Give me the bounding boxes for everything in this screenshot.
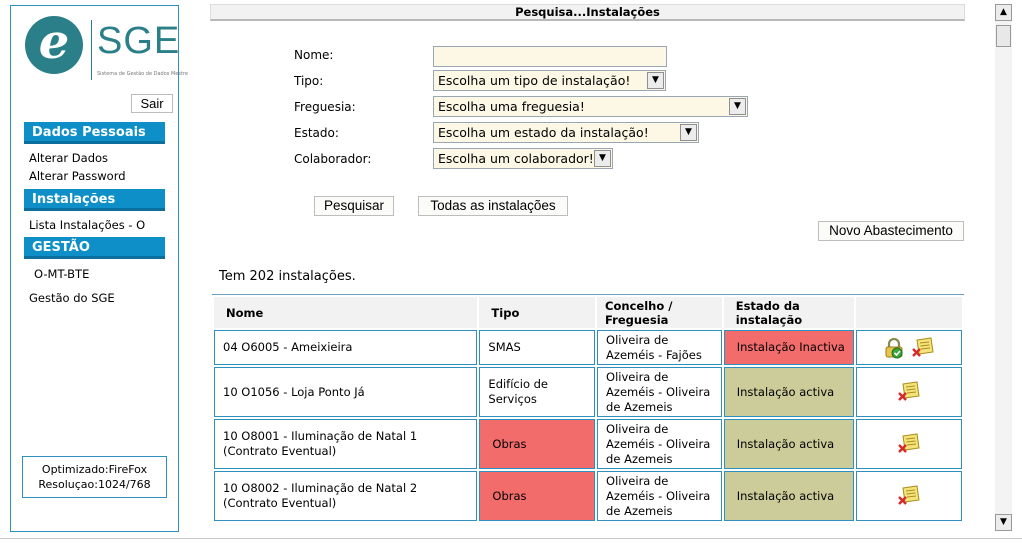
sge-logo: e SGE Sistema de Gestão de Dados Mestre: [25, 16, 188, 86]
novo-abastecimento-button[interactable]: Novo Abastecimento: [818, 221, 964, 241]
cell-estado: Instalação activa: [723, 471, 855, 521]
nome-input[interactable]: [433, 46, 667, 67]
logo-e-icon: e: [25, 16, 83, 74]
cell-nome: 04 O6005 - Ameixieira: [214, 330, 478, 365]
colaborador-label: Colaborador:: [294, 152, 372, 166]
link-alterar-dados[interactable]: Alterar Dados: [29, 151, 108, 165]
chevron-down-icon[interactable]: ▼: [680, 124, 697, 141]
logo-subtitle: Sistema de Gestão de Dados Mestre: [97, 71, 188, 77]
header-nome: Nome: [214, 297, 478, 328]
vertical-scrollbar[interactable]: ▲ ▼: [995, 4, 1012, 531]
tipo-label: Tipo:: [294, 74, 324, 88]
sidebar: e SGE Sistema de Gestão de Dados Mestre …: [10, 5, 188, 532]
table-row: 10 O1056 - Loja Ponto Já Edifício de Ser…: [214, 367, 962, 417]
cell-estado: Instalação activa: [723, 419, 855, 469]
pesquisar-button[interactable]: Pesquisar: [314, 196, 394, 216]
cell-estado: Instalação Inactiva: [723, 330, 855, 365]
optimized-text: Optimizado:FireFox: [41, 463, 148, 476]
link-lista-instalacoes[interactable]: Lista Instalações - O: [29, 218, 145, 232]
chevron-down-icon[interactable]: ▼: [594, 150, 611, 167]
cell-actions: [856, 419, 962, 469]
cell-nome: 10 O8002 - Iluminação de Natal 2 (Contra…: [214, 471, 478, 521]
resolution-text: Resoluçao:1024/768: [38, 478, 151, 491]
cell-tipo: Obras: [479, 419, 596, 469]
cell-nome: 10 O8001 - Iluminação de Natal 1 (Contra…: [214, 419, 478, 469]
cell-concelho: Oliveira de Azeméis - Oliveira de Azemei…: [597, 367, 722, 417]
lock-check-icon[interactable]: [883, 337, 905, 359]
cell-actions: [856, 330, 962, 365]
estado-select[interactable]: Escolha um estado da instalação! ▼: [433, 122, 699, 143]
todas-instalacoes-button[interactable]: Todas as instalações: [418, 196, 568, 216]
header-tipo: Tipo: [479, 297, 596, 328]
cell-actions: [856, 367, 962, 417]
colaborador-select[interactable]: Escolha um colaborador! ▼: [433, 148, 613, 169]
cell-tipo: SMAS: [479, 330, 596, 365]
estado-label: Estado:: [294, 126, 339, 140]
header-concelho: Concelho / Freguesia: [597, 297, 722, 328]
link-gestao-sge[interactable]: Gestão do SGE: [29, 291, 115, 305]
cell-concelho: Oliveira de Azeméis - Oliveira de Azemei…: [597, 471, 722, 521]
cell-estado: Instalação activa: [723, 367, 855, 417]
cell-nome: 10 O1056 - Loja Ponto Já: [214, 367, 478, 417]
results-table: Nome Tipo Concelho / Freguesia Estado da…: [212, 294, 964, 523]
results-count: Tem 202 instalações.: [219, 269, 356, 284]
delete-note-icon[interactable]: [911, 336, 935, 359]
scroll-thumb[interactable]: [996, 25, 1011, 47]
chevron-down-icon[interactable]: ▼: [729, 98, 746, 115]
scroll-down-icon[interactable]: ▼: [995, 514, 1012, 531]
cell-actions: [856, 471, 962, 521]
page-title: Pesquisa...Instalações: [210, 4, 965, 21]
header-estado: Estado da instalação: [723, 297, 855, 328]
link-alterar-password[interactable]: Alterar Password: [29, 169, 126, 183]
table-row: 10 O8001 - Iluminação de Natal 1 (Contra…: [214, 419, 962, 469]
link-o-mt-bte[interactable]: O-MT-BTE: [34, 267, 89, 281]
tipo-select[interactable]: Escolha um tipo de instalação! ▼: [433, 70, 666, 91]
table-header-row: Nome Tipo Concelho / Freguesia Estado da…: [214, 297, 962, 328]
delete-note-icon[interactable]: [897, 381, 921, 403]
cell-tipo: Edifício de Serviços: [479, 367, 596, 417]
table-row: 10 O8002 - Iluminação de Natal 2 (Contra…: [214, 471, 962, 521]
scroll-up-icon[interactable]: ▲: [995, 4, 1012, 21]
freguesia-select[interactable]: Escolha uma freguesia! ▼: [433, 96, 748, 117]
header-actions: [856, 297, 962, 328]
section-instalacoes: Instalações: [24, 189, 165, 211]
logout-button[interactable]: Sair: [131, 94, 173, 113]
cell-tipo: Obras: [479, 471, 596, 521]
delete-note-icon[interactable]: [897, 433, 921, 455]
delete-note-icon[interactable]: [897, 485, 921, 507]
cell-concelho: Oliveira de Azeméis - Fajões: [597, 330, 722, 365]
freguesia-label: Freguesia:: [294, 100, 356, 114]
section-gestao: GESTÃO: [24, 237, 165, 259]
table-row: 04 O6005 - Ameixieira SMAS Oliveira de A…: [214, 330, 962, 365]
cell-concelho: Oliveira de Azeméis - Oliveira de Azemei…: [597, 419, 722, 469]
nome-label: Nome:: [294, 48, 334, 62]
logo-text: SGE: [97, 20, 181, 62]
chevron-down-icon[interactable]: ▼: [647, 72, 664, 89]
section-dados-pessoais: Dados Pessoais: [24, 122, 165, 144]
browser-info-box: Optimizado:FireFox Resoluçao:1024/768: [22, 456, 167, 498]
